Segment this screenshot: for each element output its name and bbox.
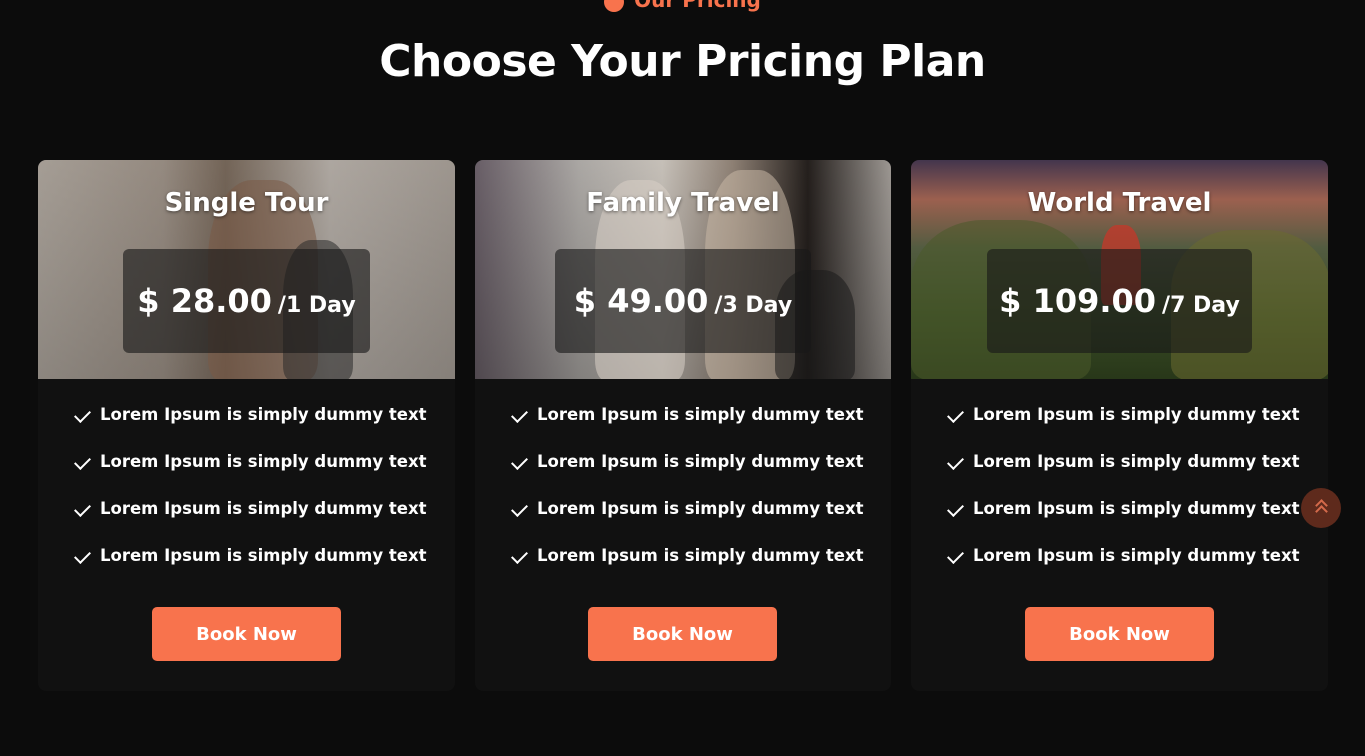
scroll-to-top-button[interactable] bbox=[1301, 488, 1341, 528]
plan-period: /3 Day bbox=[714, 292, 793, 318]
plan-hero-image: Family Travel $ 49.00 /3 Day bbox=[475, 160, 891, 379]
feature-item: Lorem Ipsum is simply dummy text bbox=[73, 452, 435, 499]
checkmark-icon bbox=[511, 453, 528, 470]
feature-item: Lorem Ipsum is simply dummy text bbox=[946, 452, 1308, 499]
plan-name: Single Tour bbox=[164, 188, 329, 218]
feature-item: Lorem Ipsum is simply dummy text bbox=[73, 546, 435, 593]
checkmark-icon bbox=[511, 406, 528, 423]
feature-item: Lorem Ipsum is simply dummy text bbox=[73, 405, 435, 452]
plan-price: $ 28.00 bbox=[137, 282, 272, 320]
price-box: $ 28.00 /1 Day bbox=[123, 249, 370, 353]
pricing-card-family-travel: Family Travel $ 49.00 /3 Day Lorem Ipsum… bbox=[475, 160, 891, 691]
eyebrow-label: Our Pricing bbox=[634, 0, 761, 12]
book-now-button[interactable]: Book Now bbox=[588, 607, 777, 661]
plan-period: /7 Day bbox=[1162, 292, 1240, 318]
globe-icon bbox=[604, 0, 625, 12]
double-chevron-up-icon bbox=[1301, 488, 1341, 528]
checkmark-icon bbox=[947, 547, 964, 564]
checkmark-icon bbox=[947, 500, 964, 517]
feature-list: Lorem Ipsum is simply dummy text Lorem I… bbox=[510, 405, 871, 593]
checkmark-icon bbox=[74, 453, 91, 470]
feature-item: Lorem Ipsum is simply dummy text bbox=[510, 452, 871, 499]
feature-list: Lorem Ipsum is simply dummy text Lorem I… bbox=[73, 405, 435, 593]
feature-item: Lorem Ipsum is simply dummy text bbox=[73, 499, 435, 546]
feature-item: Lorem Ipsum is simply dummy text bbox=[510, 546, 871, 593]
book-now-button[interactable]: Book Now bbox=[152, 607, 341, 661]
plan-period: /1 Day bbox=[277, 292, 356, 318]
plan-hero-image: World Travel $ 109.00 /7 Day bbox=[911, 160, 1328, 379]
pricing-card-single-tour: Single Tour $ 28.00 /1 Day Lorem Ipsum i… bbox=[38, 160, 455, 691]
checkmark-icon bbox=[511, 547, 528, 564]
pricing-section: Our Pricing Choose Your Pricing Plan Sin… bbox=[0, 0, 1365, 756]
section-title: Choose Your Pricing Plan bbox=[379, 36, 986, 87]
pricing-card-world-travel: World Travel $ 109.00 /7 Day Lorem Ipsum… bbox=[911, 160, 1328, 691]
price-box: $ 109.00 /7 Day bbox=[987, 249, 1252, 353]
plan-hero-image: Single Tour $ 28.00 /1 Day bbox=[38, 160, 455, 379]
plan-price: $ 49.00 bbox=[573, 282, 709, 320]
checkmark-icon bbox=[74, 406, 91, 423]
feature-item: Lorem Ipsum is simply dummy text bbox=[946, 499, 1308, 546]
checkmark-icon bbox=[511, 500, 528, 517]
checkmark-icon bbox=[74, 500, 91, 517]
book-now-button[interactable]: Book Now bbox=[1025, 607, 1214, 661]
feature-item: Lorem Ipsum is simply dummy text bbox=[510, 499, 871, 546]
checkmark-icon bbox=[74, 547, 91, 564]
feature-item: Lorem Ipsum is simply dummy text bbox=[946, 405, 1308, 452]
feature-list: Lorem Ipsum is simply dummy text Lorem I… bbox=[946, 405, 1308, 593]
price-box: $ 49.00 /3 Day bbox=[555, 249, 811, 353]
feature-item: Lorem Ipsum is simply dummy text bbox=[510, 405, 871, 452]
feature-item: Lorem Ipsum is simply dummy text bbox=[946, 546, 1308, 593]
plan-name: World Travel bbox=[1027, 188, 1212, 218]
plan-name: Family Travel bbox=[586, 188, 780, 218]
plan-price: $ 109.00 bbox=[999, 282, 1157, 320]
section-eyebrow: Our Pricing bbox=[0, 0, 1365, 16]
checkmark-icon bbox=[947, 406, 964, 423]
checkmark-icon bbox=[947, 453, 964, 470]
